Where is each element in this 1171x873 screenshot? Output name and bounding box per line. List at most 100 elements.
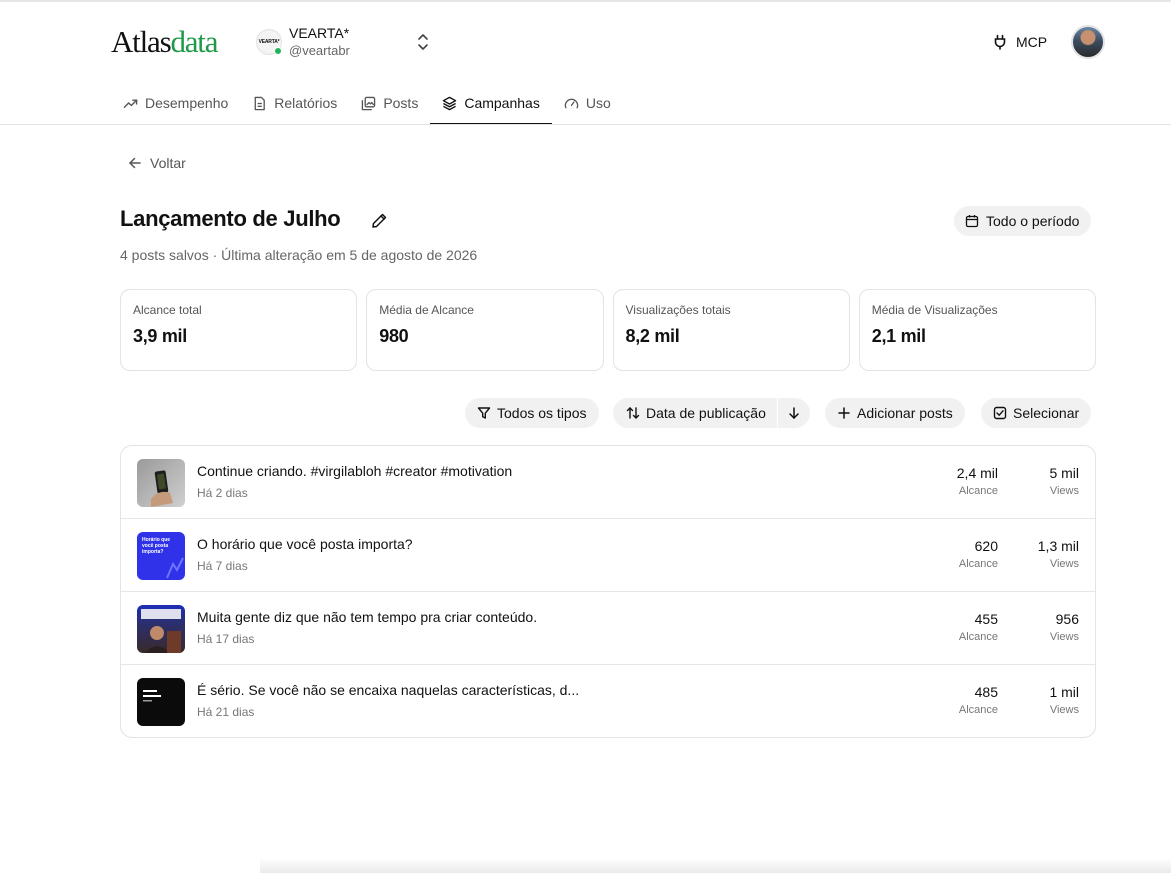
stat-label: Visualizações totais bbox=[625, 303, 731, 317]
views-value: 5 mil bbox=[1049, 465, 1079, 481]
tab-desempenho[interactable]: Desempenho bbox=[111, 82, 240, 124]
tab-posts[interactable]: Posts bbox=[349, 82, 430, 124]
type-filter-label: Todos os tipos bbox=[497, 405, 587, 421]
plus-icon bbox=[838, 407, 850, 419]
account-handle: @veartabr bbox=[289, 43, 350, 58]
views-value: 1,3 mil bbox=[1037, 538, 1079, 554]
select-button[interactable]: Selecionar bbox=[981, 398, 1092, 428]
post-views: 1 mil Views bbox=[1049, 684, 1079, 716]
period-label: Todo o período bbox=[986, 213, 1080, 229]
mcp-button[interactable]: MCP bbox=[992, 31, 1047, 53]
post-row[interactable]: Muita gente diz que não tem tempo pra cr… bbox=[121, 592, 1095, 665]
gauge-icon bbox=[564, 98, 579, 108]
stat-label: Média de Alcance bbox=[379, 303, 474, 317]
add-posts-button[interactable]: Adicionar posts bbox=[825, 398, 965, 428]
post-row[interactable]: É sério. Se você não se encaixa naquelas… bbox=[121, 665, 1095, 737]
chevron-up-down-icon bbox=[418, 34, 428, 50]
sort-direction-button[interactable] bbox=[778, 398, 810, 428]
post-age: Há 21 dias bbox=[197, 705, 255, 719]
pencil-icon[interactable] bbox=[371, 212, 388, 229]
images-icon bbox=[362, 96, 376, 110]
period-selector[interactable]: Todo o período bbox=[954, 206, 1092, 236]
post-reach: 455 Alcance bbox=[959, 611, 998, 643]
views-label: Views bbox=[1049, 704, 1079, 716]
stat-card-media-alcance: Média de Alcance 980 bbox=[366, 289, 604, 371]
post-caption: Continue criando. #virgilabloh #creator … bbox=[197, 463, 513, 479]
views-value: 956 bbox=[1055, 611, 1079, 627]
stat-card-visualizacoes-totais: Visualizações totais 8,2 mil bbox=[612, 289, 850, 371]
plug-icon bbox=[994, 34, 1006, 50]
thumbnail-graphic bbox=[166, 557, 184, 579]
reach-label: Alcance bbox=[958, 485, 998, 497]
post-row[interactable]: Horário que você posta importa? O horári… bbox=[121, 519, 1095, 592]
sort-field-label: Data de publicação bbox=[646, 405, 766, 421]
bottom-fade bbox=[260, 858, 1171, 873]
post-reach: 485 Alcance bbox=[959, 684, 998, 716]
arrow-left-icon bbox=[129, 157, 141, 169]
stat-value: 2,1 mil bbox=[871, 326, 926, 346]
logo-part-2: data bbox=[170, 24, 218, 59]
top-border bbox=[0, 0, 1171, 2]
tab-label: Uso bbox=[585, 95, 611, 111]
calendar-icon bbox=[965, 215, 979, 228]
tab-label: Relatórios bbox=[274, 95, 338, 111]
tab-relatorios[interactable]: Relatórios bbox=[240, 82, 349, 124]
stat-value: 3,9 mil bbox=[133, 326, 187, 346]
document-icon bbox=[254, 96, 266, 110]
tabs-divider bbox=[0, 124, 1171, 125]
post-views: 5 mil Views bbox=[1049, 465, 1079, 497]
trending-up-icon bbox=[123, 99, 138, 108]
sort-field-button[interactable]: Data de publicação bbox=[613, 398, 777, 428]
add-posts-label: Adicionar posts bbox=[857, 405, 953, 421]
type-filter-button[interactable]: Todos os tipos bbox=[465, 398, 599, 428]
logo-part-1: Atlas bbox=[111, 24, 172, 59]
tab-uso[interactable]: Uso bbox=[552, 82, 623, 124]
post-age: Há 2 dias bbox=[197, 486, 248, 500]
campaign-posts-list: Continue criando. #virgilabloh #creator … bbox=[120, 445, 1096, 738]
post-age: Há 17 dias bbox=[197, 632, 255, 646]
sort-arrows-icon bbox=[626, 407, 640, 419]
posts-toolbar: Todos os tipos Data de publicação Adicio… bbox=[0, 398, 1171, 428]
account-name: VEARTA* bbox=[289, 25, 350, 41]
atlasdata-logo[interactable]: Atlasdata bbox=[111, 24, 218, 60]
stat-card-alcance-total: Alcance total 3,9 mil bbox=[120, 289, 358, 371]
stat-label: Média de Visualizações bbox=[871, 303, 998, 317]
reach-label: Alcance bbox=[958, 631, 998, 643]
views-label: Views bbox=[1049, 485, 1079, 497]
checkbox-icon bbox=[993, 406, 1007, 420]
account-switcher[interactable]: VEARTA* VEARTA* @veartabr bbox=[256, 25, 436, 61]
user-avatar[interactable] bbox=[1071, 25, 1105, 59]
tab-label: Desempenho bbox=[145, 95, 229, 111]
post-reach: 2,4 mil Alcance bbox=[957, 465, 998, 497]
page-subtitle: 4 posts salvos · Última alteração em 5 d… bbox=[120, 247, 478, 263]
post-views: 956 Views bbox=[1050, 611, 1079, 643]
stat-value: 8,2 mil bbox=[625, 326, 680, 346]
tab-campanhas[interactable]: Campanhas bbox=[430, 82, 552, 125]
stat-card-media-visualizacoes: Média de Visualizações 2,1 mil bbox=[858, 289, 1096, 371]
post-age: Há 7 dias bbox=[197, 559, 248, 573]
back-label: Voltar bbox=[150, 155, 186, 171]
views-label: Views bbox=[1049, 558, 1079, 570]
reach-label: Alcance bbox=[958, 558, 998, 570]
post-thumbnail bbox=[137, 459, 185, 507]
views-label: Views bbox=[1049, 631, 1079, 643]
layers-icon bbox=[443, 96, 457, 110]
stat-value: 980 bbox=[379, 326, 409, 346]
reach-value: 2,4 mil bbox=[956, 465, 998, 481]
back-link[interactable]: Voltar bbox=[128, 155, 186, 171]
reach-value: 455 bbox=[974, 611, 998, 627]
tab-label: Posts bbox=[383, 95, 419, 111]
online-status-dot bbox=[274, 47, 282, 55]
post-thumbnail: Horário que você posta importa? bbox=[137, 532, 185, 580]
filter-icon bbox=[477, 407, 491, 419]
person-photo-image bbox=[141, 609, 181, 653]
post-caption: O horário que você posta importa? bbox=[197, 536, 413, 552]
tab-label: Campanhas bbox=[464, 95, 540, 111]
reach-value: 620 bbox=[974, 538, 998, 554]
page-title: Lançamento de Julho bbox=[120, 206, 341, 231]
reach-label: Alcance bbox=[958, 704, 998, 716]
post-row[interactable]: Continue criando. #virgilabloh #creator … bbox=[121, 446, 1095, 519]
stat-label: Alcance total bbox=[133, 303, 202, 317]
phone-in-hand-image bbox=[151, 470, 173, 507]
stats-cards: Alcance total 3,9 mil Média de Alcance 9… bbox=[120, 289, 1096, 371]
